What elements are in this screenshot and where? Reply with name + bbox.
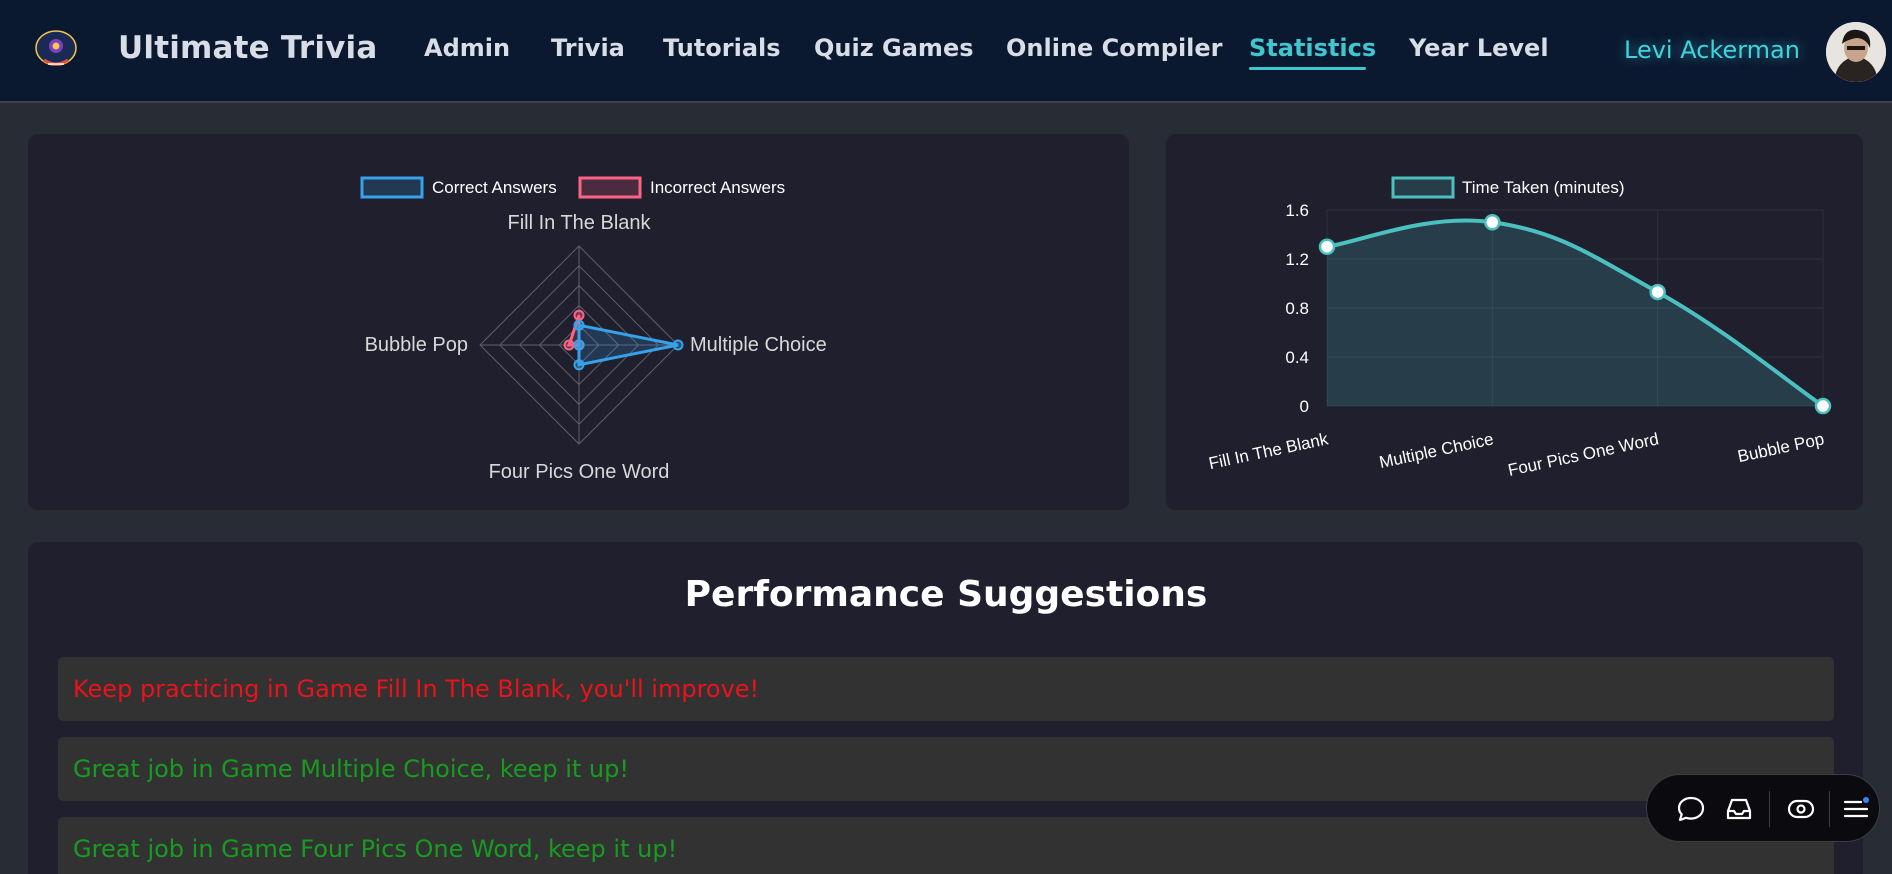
radar-axis-label: Multiple Choice [690,334,827,356]
eye-icon[interactable] [1785,793,1817,825]
suggestion-item: Great job in Game Multiple Choice, keep … [58,737,1834,801]
radar-point [573,309,585,321]
radar-point [563,339,575,351]
legend-label: Incorrect Answers [650,178,785,197]
radar-point [573,319,585,331]
suggestions-title: Performance Suggestions [684,574,1208,615]
floating-toolbar [1646,774,1880,842]
legend-swatch [578,176,642,199]
toolbar-divider [1769,791,1770,827]
suggestion-item: Great job in Game Four Pics One Word, ke… [58,817,1834,874]
radar-point [573,339,585,351]
radar-series-area [577,323,679,367]
legend-label: Correct Answers [432,178,557,197]
menu-icon[interactable] [1840,793,1872,825]
suggestion-item: Keep practicing in Game Fill In The Blan… [58,657,1834,721]
radar-point [672,339,684,351]
radar-axis-label: Bubble Pop [365,334,468,356]
legend-swatch [360,176,424,199]
radar-axis-label: Four Pics One Word [489,461,670,483]
radar-point [573,359,585,371]
toolbar-divider [1829,791,1830,827]
line-chart-card [1166,134,1863,510]
chat-icon[interactable] [1675,793,1707,825]
inbox-icon[interactable] [1723,793,1755,825]
radar-axis-label: Fill In The Blank [507,212,651,234]
